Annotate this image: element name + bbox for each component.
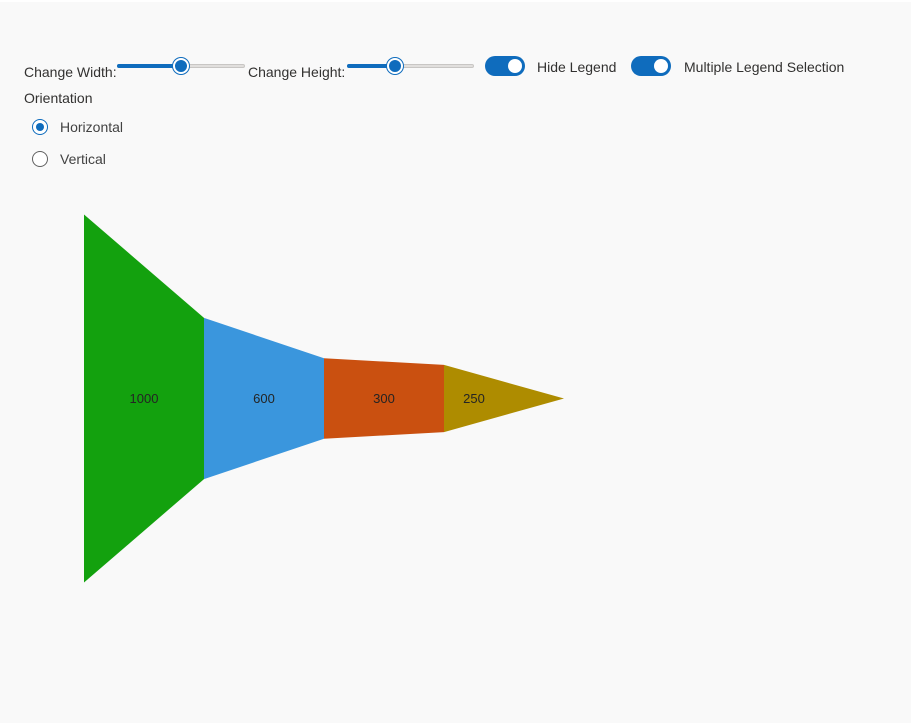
funnel-data-label: 300 xyxy=(373,391,395,406)
funnel-chart: 1000 600 300 250 xyxy=(84,214,564,583)
funnel-segment-250[interactable] xyxy=(444,364,564,433)
funnel-data-label: 250 xyxy=(463,391,485,406)
funnel-data-label: 1000 xyxy=(130,391,159,406)
funnel-data-label: 600 xyxy=(253,391,275,406)
